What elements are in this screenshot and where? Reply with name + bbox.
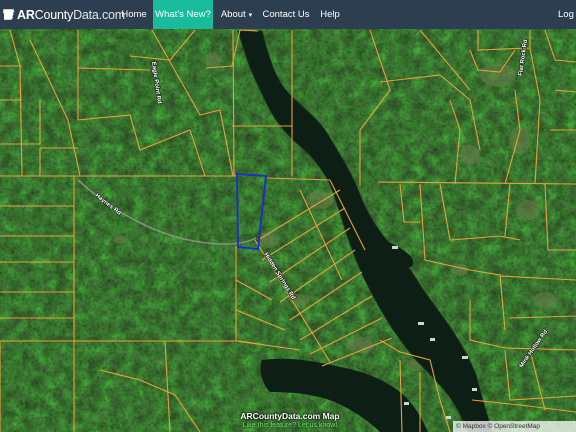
satellite-map[interactable]: Haynes Rd Eagle Point Rd Hidden Springs … xyxy=(0,29,576,432)
top-navbar: ARCountyData.com Home What's New? About ▾… xyxy=(0,0,576,29)
nav-contact-us[interactable]: Contact Us xyxy=(260,0,312,29)
osm-attribution-link[interactable]: © OpenStreetMap xyxy=(488,423,540,430)
brand-name: ARCountyData.com xyxy=(17,7,125,22)
map-title: ARCountyData.com Map xyxy=(240,411,340,421)
nav-help[interactable]: Help xyxy=(312,0,348,29)
nav-home[interactable]: Home xyxy=(115,0,153,29)
nav-whats-new[interactable]: What's New? xyxy=(153,0,213,29)
mapbox-attribution-link[interactable]: © Mapbox xyxy=(456,423,486,430)
brand-logo-link[interactable]: ARCountyData.com xyxy=(0,0,125,29)
map-canvas[interactable]: Haynes Rd Eagle Point Rd Hidden Springs … xyxy=(0,29,576,432)
map-caption: ARCountyData.com Map Like this feature? … xyxy=(240,411,340,432)
map-attribution: © Mapbox © OpenStreetMap xyxy=(453,421,576,432)
arkansas-state-icon xyxy=(3,9,15,20)
nav-about-dropdown[interactable]: About ▾ xyxy=(213,0,260,29)
chevron-down-icon: ▾ xyxy=(248,12,253,19)
feedback-link[interactable]: Like this feature? Let us know! xyxy=(240,421,340,431)
nav-login[interactable]: Log xyxy=(558,0,576,29)
